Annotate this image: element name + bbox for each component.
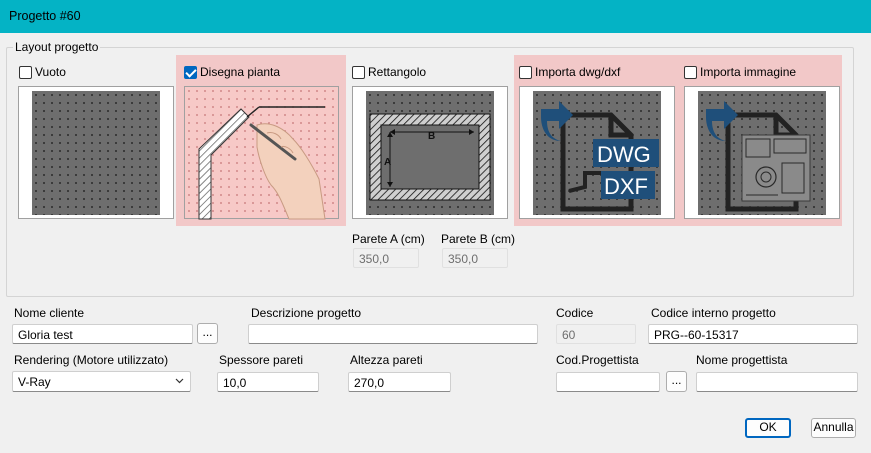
designer-code-label: Cod.Progettista [556,353,639,367]
rectangle-room-icon: B A [369,113,491,201]
dwg-preview: DWG DXF [533,91,661,215]
client-name-input[interactable]: Gloria test [12,324,193,344]
dwg-text: DWG [597,142,651,167]
image-preview [698,91,826,215]
thumb-rettangolo[interactable]: B A [352,86,508,219]
thumb-disegna-pianta[interactable] [184,86,339,220]
designer-code-input[interactable] [556,372,660,392]
client-browse-button[interactable]: ... [197,323,218,344]
option-importa-immagine-label: Importa immagine [700,65,797,79]
title-bar[interactable]: Progetto #60 [0,0,871,33]
option-importa-dwg[interactable]: Importa dwg/dxf [519,64,620,80]
cancel-button[interactable]: Annulla [811,418,856,438]
wall-height-label: Altezza pareti [350,353,423,367]
checkbox-importa-dwg[interactable] [519,65,532,79]
option-vuoto[interactable]: Vuoto [19,64,66,80]
option-importa-dwg-label: Importa dwg/dxf [535,65,621,79]
designer-name-input[interactable] [696,372,858,392]
rect-label-b: B [428,131,435,142]
rendering-select[interactable]: V-Ray [12,371,191,392]
hand-drawing-icon [198,106,326,220]
rectangle-preview: B A [366,91,494,215]
thumb-vuoto[interactable] [18,86,174,219]
thumb-importa-immagine[interactable] [684,86,840,219]
checkbox-disegna-pianta[interactable] [184,65,197,79]
description-label: Descrizione progetto [251,306,362,320]
client-name-label: Nome cliente [14,306,85,320]
dwg-file-icon: DWG DXF [541,101,659,212]
internal-code-label: Codice interno progetto [651,306,776,320]
wall-a-input[interactable]: 350,0 [353,248,419,268]
ok-button[interactable]: OK [745,418,791,438]
wall-b-label: Parete B (cm) [441,232,516,246]
rendering-selected-value: V-Ray [18,375,51,389]
option-disegna-pianta[interactable]: Disegna pianta [184,64,280,80]
designer-browse-button[interactable]: ... [666,371,687,392]
image-file-icon [706,101,811,212]
internal-code-input[interactable]: PRG--60-15317 [648,324,858,344]
option-rettangolo-label: Rettangolo [368,65,427,79]
dxf-text: DXF [604,174,648,199]
option-importa-immagine[interactable]: Importa immagine [684,64,796,80]
window-title: Progetto #60 [9,9,81,23]
code-input[interactable]: 60 [556,324,636,344]
layout-group-label: Layout progetto [13,40,101,54]
rect-label-a: A [384,157,391,168]
checkbox-vuoto[interactable] [19,65,32,79]
chevron-down-icon [175,378,184,384]
designer-name-label: Nome progettista [696,353,788,367]
checkbox-importa-immagine[interactable] [684,65,697,79]
option-vuoto-label: Vuoto [35,65,66,79]
wall-a-label: Parete A (cm) [352,232,425,246]
description-input[interactable] [248,324,538,344]
option-disegna-pianta-label: Disegna pianta [200,65,281,79]
wall-thickness-input[interactable]: 10,0 [217,372,319,392]
rendering-label: Rendering (Motore utilizzato) [14,353,169,367]
dialog-body: Layout progetto Vuoto Disegna pianta Ret… [0,33,871,453]
wall-b-input[interactable]: 350,0 [442,248,508,268]
checkbox-rettangolo[interactable] [352,65,365,79]
wall-height-input[interactable]: 270,0 [348,372,451,392]
code-label: Codice [556,306,594,320]
wall-thickness-label: Spessore pareti [219,353,304,367]
empty-grid-preview [32,91,160,215]
thumb-importa-dwg[interactable]: DWG DXF [519,86,675,219]
option-rettangolo[interactable]: Rettangolo [352,64,426,80]
